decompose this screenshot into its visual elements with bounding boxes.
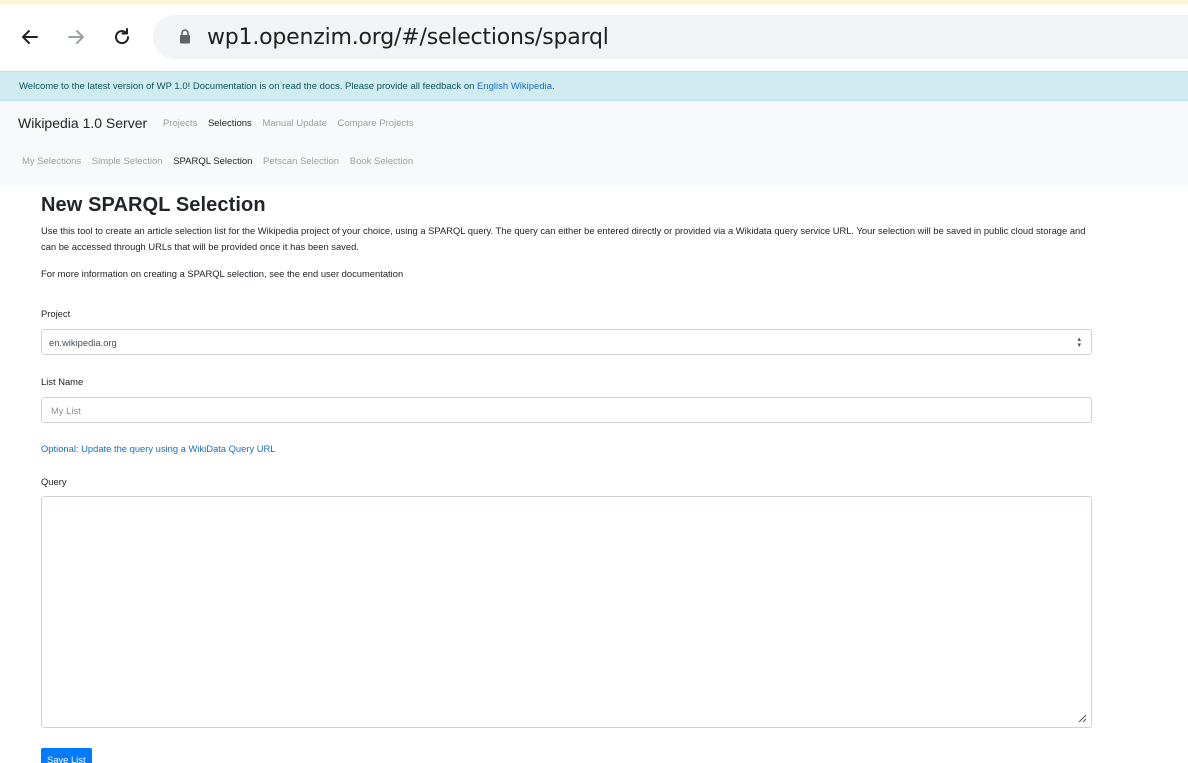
welcome-alert: Welcome to the latest version of WP 1.0!…: [0, 71, 1188, 101]
alert-text-3: .: [552, 81, 555, 92]
sub-nav: My Selections Simple Selection SPARQL Se…: [22, 156, 421, 167]
subnav-item-book-selection[interactable]: Book Selection: [350, 156, 413, 167]
back-button[interactable]: [16, 23, 44, 51]
subnav-item-sparql-selection[interactable]: SPARQL Selection: [173, 156, 252, 167]
browser-toolbar: wp1.openzim.org/#/selections/sparql: [0, 5, 1188, 65]
reload-button[interactable]: [108, 23, 136, 51]
subnav-item-petscan-selection[interactable]: Petscan Selection: [263, 156, 339, 167]
subnav-item-my-selections[interactable]: My Selections: [22, 156, 81, 167]
lock-icon: [180, 29, 190, 44]
nav-item-selections[interactable]: Selections: [208, 118, 252, 129]
main-content: New SPARQL Selection Use this tool to cr…: [41, 190, 1092, 279]
intro-text: Use this tool to create an article selec…: [41, 225, 1086, 252]
nav-item-manual-update[interactable]: Manual Update: [262, 118, 326, 129]
project-label: Project: [41, 308, 71, 319]
main-nav: Projects Selections Manual Update Compar…: [163, 118, 422, 129]
resize-handle-icon[interactable]: [1077, 713, 1087, 723]
forward-button[interactable]: [62, 23, 90, 51]
list-name-label: List Name: [41, 376, 84, 387]
url-text: wp1.openzim.org/#/selections/sparql: [207, 25, 609, 50]
list-name-input[interactable]: My List: [41, 397, 1092, 423]
wikidata-query-url-link[interactable]: Optional: Update the query using a WikiD…: [41, 443, 276, 454]
url-path: /#/selections/sparql: [394, 25, 609, 50]
page-title: New SPARQL Selection: [41, 194, 266, 216]
project-select[interactable]: en.wikipedia.org ▴ ▾: [41, 329, 1092, 355]
brand-title[interactable]: Wikipedia 1.0 Server: [18, 115, 147, 131]
reload-icon: [115, 28, 130, 45]
read-the-docs-link[interactable]: read the docs: [282, 81, 340, 92]
nav-item-projects[interactable]: Projects: [163, 118, 197, 129]
arrow-right-icon: [68, 30, 84, 44]
list-name-placeholder: My List: [51, 405, 81, 416]
select-arrows-icon: ▴ ▾: [1077, 336, 1081, 349]
nav-item-compare-projects[interactable]: Compare Projects: [338, 118, 414, 129]
query-textarea[interactable]: [41, 496, 1092, 728]
url-host: wp1.openzim.org: [207, 25, 395, 50]
arrow-left-icon: [22, 30, 38, 44]
save-list-button[interactable]: Save List: [41, 748, 92, 763]
alert-text-1: Welcome to the latest version of WP 1.0!…: [19, 81, 283, 92]
alert-text-2: . Please provide all feedback on: [339, 81, 478, 92]
address-bar[interactable]: wp1.openzim.org/#/selections/sparql: [153, 15, 1188, 59]
project-select-value: en.wikipedia.org: [49, 337, 117, 348]
query-label: Query: [41, 476, 67, 487]
site-header: Wikipedia 1.0 Server Projects Selections…: [0, 101, 1188, 185]
subnav-item-simple-selection[interactable]: Simple Selection: [92, 156, 163, 167]
english-wikipedia-link[interactable]: English Wikipedia: [477, 81, 552, 92]
more-info-text: For more information on creating a SPARQ…: [41, 268, 404, 279]
